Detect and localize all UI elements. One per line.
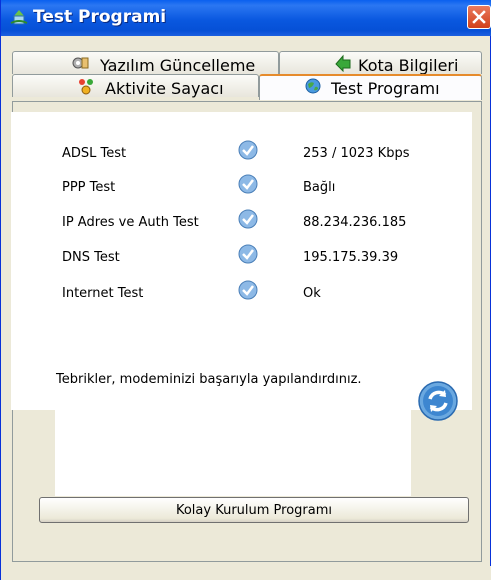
test-value: 88.234.236.185 — [303, 215, 407, 230]
test-label: DNS Test — [62, 250, 120, 265]
app-icon — [10, 10, 28, 25]
tab-label: Aktivite Sayacı — [105, 79, 224, 98]
close-button[interactable] — [467, 5, 491, 29]
tab-label: Kota Bilgileri — [358, 56, 459, 75]
test-program-window: Test Programi Yazılım Güncelleme Kota Bi… — [0, 0, 491, 580]
check-icon — [238, 244, 258, 264]
window-bottom — [1, 566, 491, 580]
tab-software-update[interactable]: Yazılım Güncelleme — [12, 51, 279, 75]
check-icon — [238, 280, 258, 300]
tab-test-program[interactable]: Test Programı — [259, 74, 482, 100]
software-update-icon — [72, 57, 89, 69]
test-label: PPP Test — [62, 180, 116, 195]
refresh-icon[interactable] — [417, 380, 459, 422]
easy-setup-button[interactable]: Kolay Kurulum Programı — [39, 497, 469, 523]
window-title: Test Programi — [33, 7, 167, 27]
globe-icon — [305, 78, 321, 94]
success-message: Tebrikler, modeminizi başarıyla yapıland… — [56, 372, 362, 387]
results-area-lower — [55, 410, 411, 496]
test-value: 253 / 1023 Kbps — [303, 146, 410, 161]
close-icon — [472, 10, 486, 24]
tab-label: Test Programı — [331, 79, 440, 98]
tab-activity-counter[interactable]: Aktivite Sayacı — [12, 74, 259, 98]
test-value: 195.175.39.39 — [303, 250, 399, 265]
test-value: Bağlı — [303, 180, 336, 195]
quota-icon — [335, 54, 351, 72]
title-bar[interactable]: Test Programi — [1, 0, 491, 36]
tab-quota-info[interactable]: Kota Bilgileri — [279, 51, 482, 75]
activity-icon — [79, 79, 93, 95]
tab-label: Yazılım Güncelleme — [100, 56, 256, 75]
test-label: IP Adres ve Auth Test — [62, 215, 199, 230]
test-value: Ok — [303, 286, 321, 301]
test-label: Internet Test — [62, 286, 144, 301]
check-icon — [238, 209, 258, 229]
check-icon — [238, 174, 258, 194]
check-icon — [238, 140, 258, 160]
test-label: ADSL Test — [62, 146, 127, 161]
